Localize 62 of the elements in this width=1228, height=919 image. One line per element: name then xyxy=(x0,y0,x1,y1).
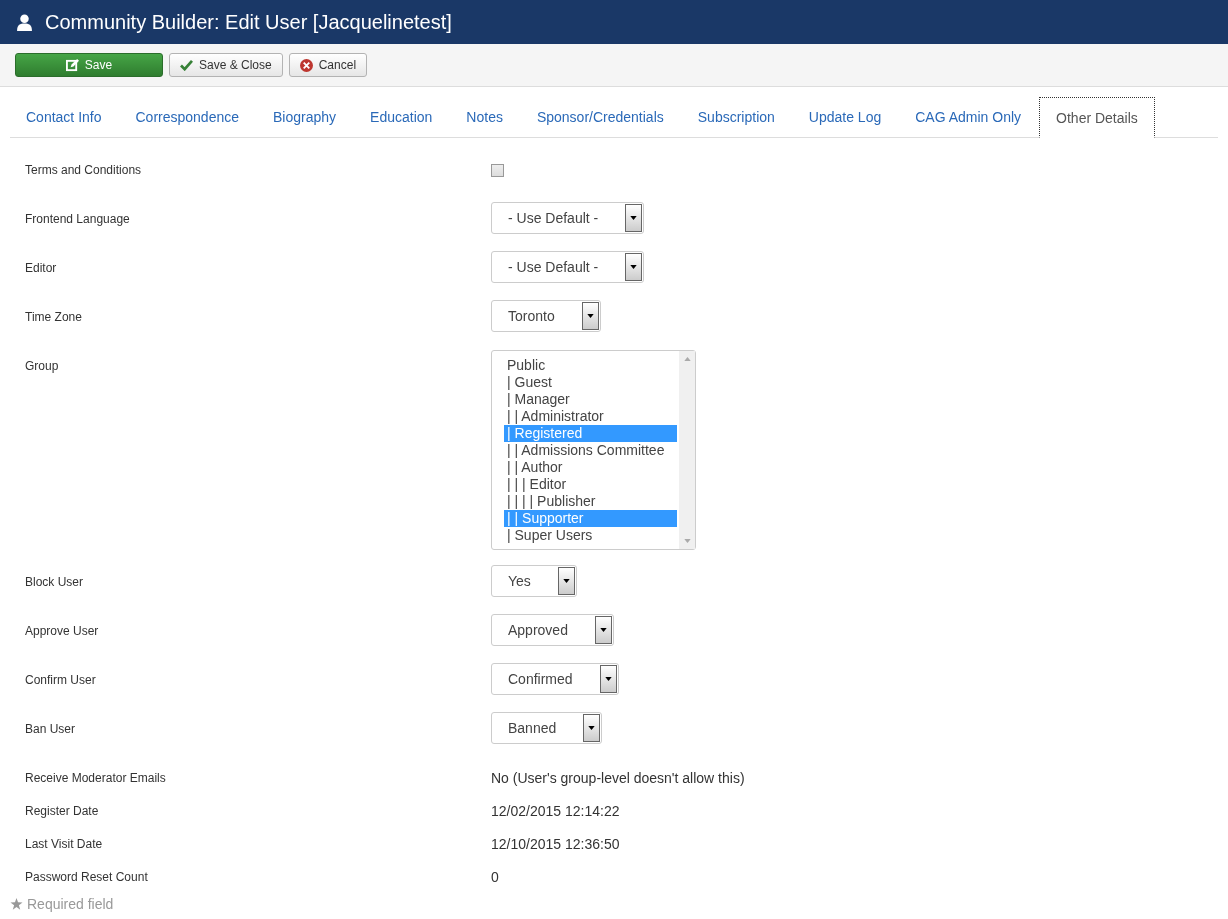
caret-icon[interactable] xyxy=(599,665,617,693)
checkbox[interactable] xyxy=(491,164,504,177)
field-label: Group xyxy=(25,358,60,373)
cancel-button[interactable]: Cancel xyxy=(288,53,368,77)
dropdown[interactable]: - Use Default - xyxy=(491,202,645,234)
list-option[interactable]: | | Author xyxy=(504,459,677,476)
user-icon xyxy=(16,13,33,31)
list-option[interactable]: | Super Users xyxy=(504,527,677,544)
caret-icon[interactable] xyxy=(581,302,599,330)
field-value: No (User's group-level doesn't allow this) xyxy=(491,770,746,786)
dropdown[interactable]: Confirmed xyxy=(491,663,619,695)
list-option[interactable]: | Guest xyxy=(504,374,677,391)
caret-icon[interactable] xyxy=(594,616,612,644)
list-option[interactable]: | | Admissions Committee xyxy=(504,442,677,459)
caret-icon[interactable] xyxy=(557,567,575,595)
field-label: Last Visit Date xyxy=(25,836,104,851)
tab[interactable]: Sponsor/Credentials xyxy=(520,97,680,137)
field-label: Receive Moderator Emails xyxy=(25,770,167,785)
tab[interactable]: CAG Admin Only xyxy=(899,97,1038,137)
dropdown[interactable]: Toronto xyxy=(491,300,601,332)
tab[interactable]: Correspondence xyxy=(119,97,255,137)
save-close-button[interactable]: Save & Close xyxy=(169,53,283,77)
caret-icon[interactable] xyxy=(583,714,601,742)
field-label: Editor xyxy=(25,260,58,275)
save-button[interactable]: Save xyxy=(15,53,163,77)
field-label: Confirm User xyxy=(25,672,97,687)
field-label: Block User xyxy=(25,574,84,589)
list-option[interactable]: | | Administrator xyxy=(504,408,677,425)
dropdown[interactable]: Yes xyxy=(491,565,577,597)
window-title: Community Builder: Edit User [Jacquelinetest] xyxy=(45,10,452,34)
field-label: Approve User xyxy=(25,623,100,638)
field-label: Terms and Conditions xyxy=(25,162,143,177)
group-listbox[interactable]: Public | Guest | Manager | | Administrator | Registered | | Admissions Committee | | Author | | | Editor | | | | Publisher | | Supporter | Super Users xyxy=(491,350,696,550)
tab[interactable]: Update Log xyxy=(792,97,898,137)
cancel-icon xyxy=(299,58,313,72)
edit-icon xyxy=(65,58,79,72)
dropdown[interactable]: Banned xyxy=(491,712,603,744)
field-value: 12/02/2015 12:14:22 xyxy=(491,803,621,819)
caret-icon[interactable] xyxy=(625,253,643,281)
caret-icon[interactable] xyxy=(625,204,643,232)
field-label: Register Date xyxy=(25,803,100,818)
tab[interactable]: Other Details xyxy=(1039,97,1155,138)
field-label: Ban User xyxy=(25,721,77,736)
check-icon xyxy=(180,59,193,71)
tab[interactable]: Notes xyxy=(450,97,519,137)
field-label: Frontend Language xyxy=(25,211,131,226)
field-label: Time Zone xyxy=(25,309,83,324)
tab[interactable]: Education xyxy=(354,97,449,137)
tab[interactable]: Subscription xyxy=(681,97,791,137)
dropdown[interactable]: Approved xyxy=(491,614,614,646)
star-icon xyxy=(10,898,23,910)
list-option[interactable]: | | | | Publisher xyxy=(504,493,677,510)
field-value: 0 xyxy=(491,869,500,885)
list-option[interactable]: Public xyxy=(504,357,677,374)
tab[interactable]: Biography xyxy=(257,97,353,137)
required-field-note: Required field xyxy=(27,896,114,912)
field-value: 12/10/2015 12:36:50 xyxy=(491,836,621,852)
list-option[interactable]: | | | Editor xyxy=(504,476,677,493)
field-label: Password Reset Count xyxy=(25,869,149,884)
tab[interactable]: Contact Info xyxy=(10,97,118,137)
list-option[interactable]: | Manager xyxy=(504,391,677,408)
dropdown[interactable]: - Use Default - xyxy=(491,251,645,283)
